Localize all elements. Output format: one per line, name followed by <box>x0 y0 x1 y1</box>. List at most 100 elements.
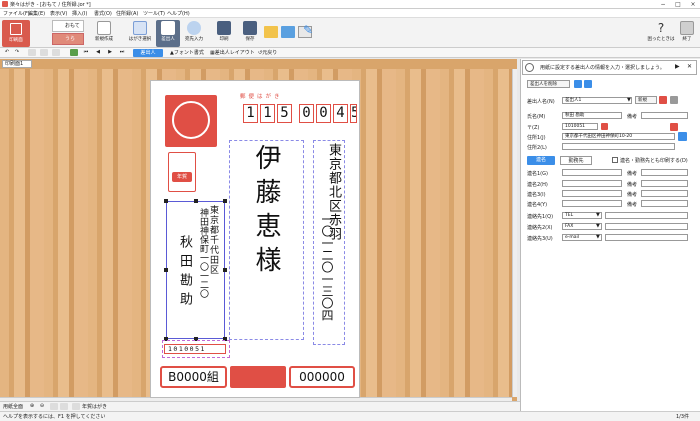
sender-layout-button[interactable]: ▦差出人レイアウト <box>210 49 255 57</box>
image-icon[interactable] <box>281 26 295 38</box>
new-sender-button[interactable]: 新規 <box>635 96 657 104</box>
last-page-icon[interactable]: ⏭ <box>118 49 126 56</box>
address-lookup-icon[interactable] <box>670 123 678 131</box>
delete-icon[interactable] <box>670 96 678 104</box>
page-counter: 1/3件 <box>676 414 690 420</box>
zip-label: 〒(Z) <box>527 125 540 131</box>
maximize-button[interactable]: □ <box>671 0 685 9</box>
print-both-label: 連名・勤務先とも印刷する(D) <box>620 158 688 164</box>
joint-name-field[interactable] <box>562 180 622 187</box>
joint-name-field[interactable] <box>562 200 622 207</box>
first-page-icon[interactable]: ⏮ <box>82 49 90 56</box>
save-button[interactable]: 保存 <box>238 20 262 47</box>
copy-sender-icon[interactable] <box>659 96 667 104</box>
delete-sender-button[interactable]: 差出人を削除 <box>527 80 570 88</box>
print-button[interactable]: 印刷 <box>212 20 236 47</box>
redo-icon[interactable]: ↷ <box>13 49 21 56</box>
joint-memo-field[interactable] <box>641 180 688 187</box>
sender-button[interactable]: 差出人 <box>156 20 180 47</box>
list-view-icon[interactable] <box>574 80 582 88</box>
undo-icon[interactable]: ↶ <box>3 49 11 56</box>
joint-memo-field[interactable] <box>641 190 688 197</box>
trash-icon[interactable] <box>28 49 36 56</box>
resize-handle[interactable] <box>194 199 198 203</box>
zip-field[interactable]: 1010051 <box>562 123 598 130</box>
name-field[interactable]: 秋田 勘助 <box>562 112 622 119</box>
zip-lookup-icon[interactable] <box>601 123 608 130</box>
joint-memo-field[interactable] <box>641 169 688 176</box>
dropdown-arrow-icon[interactable]: ▼ <box>596 234 600 240</box>
joint-name-label: 連名3(I) <box>527 192 546 198</box>
joint-memo-label: 備考 <box>627 192 638 198</box>
close-button[interactable]: × <box>686 0 700 9</box>
joint-memo-field[interactable] <box>641 200 688 207</box>
sender-select[interactable]: 差出人1 <box>562 97 632 104</box>
name-value: 秋田 勘助 <box>565 113 585 118</box>
tab-joint-names-label: 連名 <box>535 157 546 163</box>
copy-icon[interactable] <box>40 49 48 56</box>
contact-value-field[interactable] <box>605 223 688 230</box>
next-page-icon[interactable]: ▶ <box>106 49 114 56</box>
zoom-in-icon[interactable]: ⊕ <box>28 403 36 410</box>
zoom-out-icon[interactable]: ⊖ <box>38 403 46 410</box>
document-tab[interactable]: 印刷面1 <box>2 60 32 68</box>
card-icon <box>10 23 22 35</box>
recipient-input-button[interactable]: 宛先入力 <box>182 20 206 47</box>
tab-workplace[interactable]: 勤務先 <box>560 156 592 165</box>
menu-insert[interactable]: 挿入(I) <box>72 10 87 17</box>
tab-sender-tools[interactable]: 差出人 <box>133 49 163 57</box>
print-side-button[interactable]: 印刷面 <box>2 20 30 47</box>
resize-handle[interactable] <box>164 268 168 272</box>
resize-handle[interactable] <box>223 268 227 272</box>
zip-value: 1010051 <box>565 124 586 129</box>
menu-format[interactable]: 書式(O) <box>94 10 112 17</box>
revert-button[interactable]: ↺元戻り <box>258 49 277 57</box>
vertical-scrollbar[interactable] <box>512 69 517 397</box>
menu-file[interactable]: ファイル(F) <box>3 10 30 17</box>
menu-address-book[interactable]: 住所録(A) <box>116 10 138 17</box>
sender-zip: 1010051 <box>164 344 226 354</box>
menu-help[interactable]: ヘルプ(H) <box>167 10 190 17</box>
tab-back[interactable]: うら <box>52 33 84 45</box>
layout-icon[interactable] <box>60 403 68 410</box>
name-memo-field[interactable] <box>641 112 688 119</box>
dropdown-arrow-icon[interactable]: ▼ <box>596 212 600 218</box>
help-button[interactable]: ? 困ったときは <box>647 20 675 47</box>
font-format-button[interactable]: ▲フォント書式 <box>170 49 204 57</box>
dropdown-arrow-icon[interactable]: ▼ <box>627 97 631 103</box>
tab-sender-tools-label: 差出人 <box>140 50 156 56</box>
grid-view-icon[interactable] <box>584 80 592 88</box>
page-icon[interactable] <box>70 49 78 56</box>
menu-edit[interactable]: 編集(E) <box>28 10 45 17</box>
contact-value-field[interactable] <box>605 234 688 241</box>
menu-tools[interactable]: ツール(T) <box>143 10 165 17</box>
hint-nav-icon[interactable]: ▶ <box>675 63 680 70</box>
card-select-button[interactable]: はがき選択 <box>128 20 152 47</box>
dropdown-arrow-icon[interactable]: ▼ <box>596 223 600 229</box>
tab-joint-names[interactable]: 連名 <box>527 156 555 165</box>
prev-page-icon[interactable]: ◀ <box>94 49 102 56</box>
paste-icon[interactable] <box>52 49 60 56</box>
sender-label: 差出人 <box>161 37 175 42</box>
contact-value-field[interactable] <box>605 212 688 219</box>
pen-icon[interactable]: ✎ <box>303 24 313 36</box>
person-icon <box>161 21 175 35</box>
address-expand-icon[interactable] <box>678 132 687 141</box>
exit-button[interactable]: 終了 <box>676 20 698 47</box>
minimize-button[interactable]: − <box>656 0 670 9</box>
print-both-checkbox[interactable] <box>612 157 618 163</box>
panel-close-icon[interactable]: ✕ <box>687 63 692 70</box>
address1-field[interactable]: 東京都千代田区神田神保町10-20 <box>562 133 675 140</box>
new-button[interactable]: 新規作成 <box>92 20 116 47</box>
menu-view[interactable]: 表示(V) <box>50 10 67 17</box>
resize-handle[interactable] <box>164 199 168 203</box>
save-disk-icon <box>243 21 257 35</box>
joint-name-field[interactable] <box>562 190 622 197</box>
fit-page-icon[interactable] <box>50 403 58 410</box>
revert-label: 元戻り <box>262 50 278 56</box>
tab-front[interactable]: おもて <box>52 20 84 32</box>
folder-icon[interactable] <box>264 26 278 38</box>
address2-field[interactable] <box>562 143 675 150</box>
joint-name-field[interactable] <box>562 169 622 176</box>
resize-handle[interactable] <box>223 199 227 203</box>
